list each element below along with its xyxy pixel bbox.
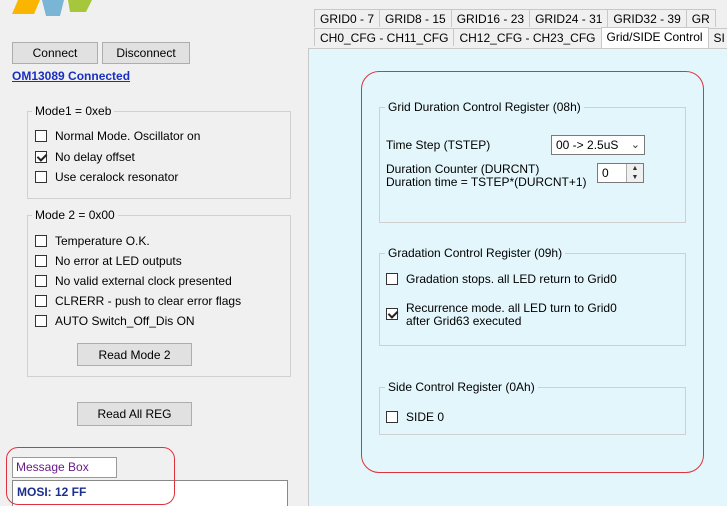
checkbox-label: Normal Mode. Oscillator on — [55, 129, 201, 143]
checkbox-label: Temperature O.K. — [55, 234, 150, 248]
mode1-no-delay-offset-checkbox[interactable]: No delay offset — [35, 150, 135, 164]
tab-row1-3[interactable]: GRID24 - 31 — [529, 9, 609, 27]
tab-row1-0[interactable]: GRID0 - 7 — [314, 9, 381, 27]
checkbox-box[interactable] — [35, 275, 47, 287]
checkbox-label: No error at LED outputs — [55, 254, 182, 268]
tab-row2-2[interactable]: Grid/SIDE Control — [600, 27, 709, 48]
checkbox-box[interactable] — [35, 255, 47, 267]
read-mode2-button[interactable]: Read Mode 2 — [77, 343, 192, 366]
mode1-title: Mode1 = 0xeb — [32, 104, 115, 118]
tab-row1-1[interactable]: GRID8 - 15 — [379, 9, 452, 27]
mode2-led-error-checkbox[interactable]: No error at LED outputs — [35, 254, 182, 268]
tab-row1-4[interactable]: GRID32 - 39 — [607, 9, 687, 27]
mode1-normal-mode-checkbox[interactable]: Normal Mode. Oscillator on — [35, 129, 200, 143]
read-all-reg-button[interactable]: Read All REG — [77, 402, 192, 426]
checkbox-label: AUTO Switch_Off_Dis ON — [55, 314, 195, 328]
mode2-clrerr-checkbox[interactable]: CLRERR - push to clear error flags — [35, 294, 241, 308]
checkbox-label: CLRERR - push to clear error flags — [55, 294, 242, 308]
annotation-oval-message — [6, 447, 175, 505]
tab-row2-3[interactable]: SI — [707, 28, 727, 46]
tab-row2-1[interactable]: CH12_CFG - CH23_CFG — [453, 28, 602, 46]
checkbox-box[interactable] — [35, 295, 47, 307]
nxp-logo — [12, 0, 92, 16]
tab-row1-2[interactable]: GRID16 - 23 — [450, 9, 531, 27]
checkbox-label: No delay offset — [55, 150, 135, 164]
tab-strip-config: CH0_CFG - CH11_CFG CH12_CFG - CH23_CFG Gri… — [314, 27, 727, 48]
checkbox-label: No valid external clock presented — [55, 274, 232, 288]
mode2-title: Mode 2 = 0x00 — [32, 208, 118, 222]
annotation-oval-panel — [361, 71, 704, 473]
checkbox-box[interactable] — [35, 130, 47, 142]
disconnect-button[interactable]: Disconnect — [102, 42, 190, 64]
checkbox-box[interactable] — [35, 171, 47, 183]
checkbox-box[interactable] — [35, 151, 47, 163]
mode1-ceralock-checkbox[interactable]: Use ceralock resonator — [35, 170, 178, 184]
checkbox-box[interactable] — [35, 315, 47, 327]
checkbox-box[interactable] — [35, 235, 47, 247]
mode2-auto-switch-checkbox[interactable]: AUTO Switch_Off_Dis ON — [35, 314, 195, 328]
checkbox-label: Use ceralock resonator — [55, 170, 179, 184]
mode2-temperature-checkbox[interactable]: Temperature O.K. — [35, 234, 150, 248]
connect-button[interactable]: Connect — [12, 42, 98, 64]
tab-row1-5[interactable]: GR — [685, 9, 716, 27]
connection-status: OM13089 Connected — [12, 69, 131, 83]
mode2-external-clock-checkbox[interactable]: No valid external clock presented — [35, 274, 232, 288]
tab-row2-0[interactable]: CH0_CFG - CH11_CFG — [314, 28, 455, 46]
tab-strip-grid: GRID0 - 7 GRID8 - 15 GRID16 - 23 GRID24 - 3… — [314, 9, 716, 27]
